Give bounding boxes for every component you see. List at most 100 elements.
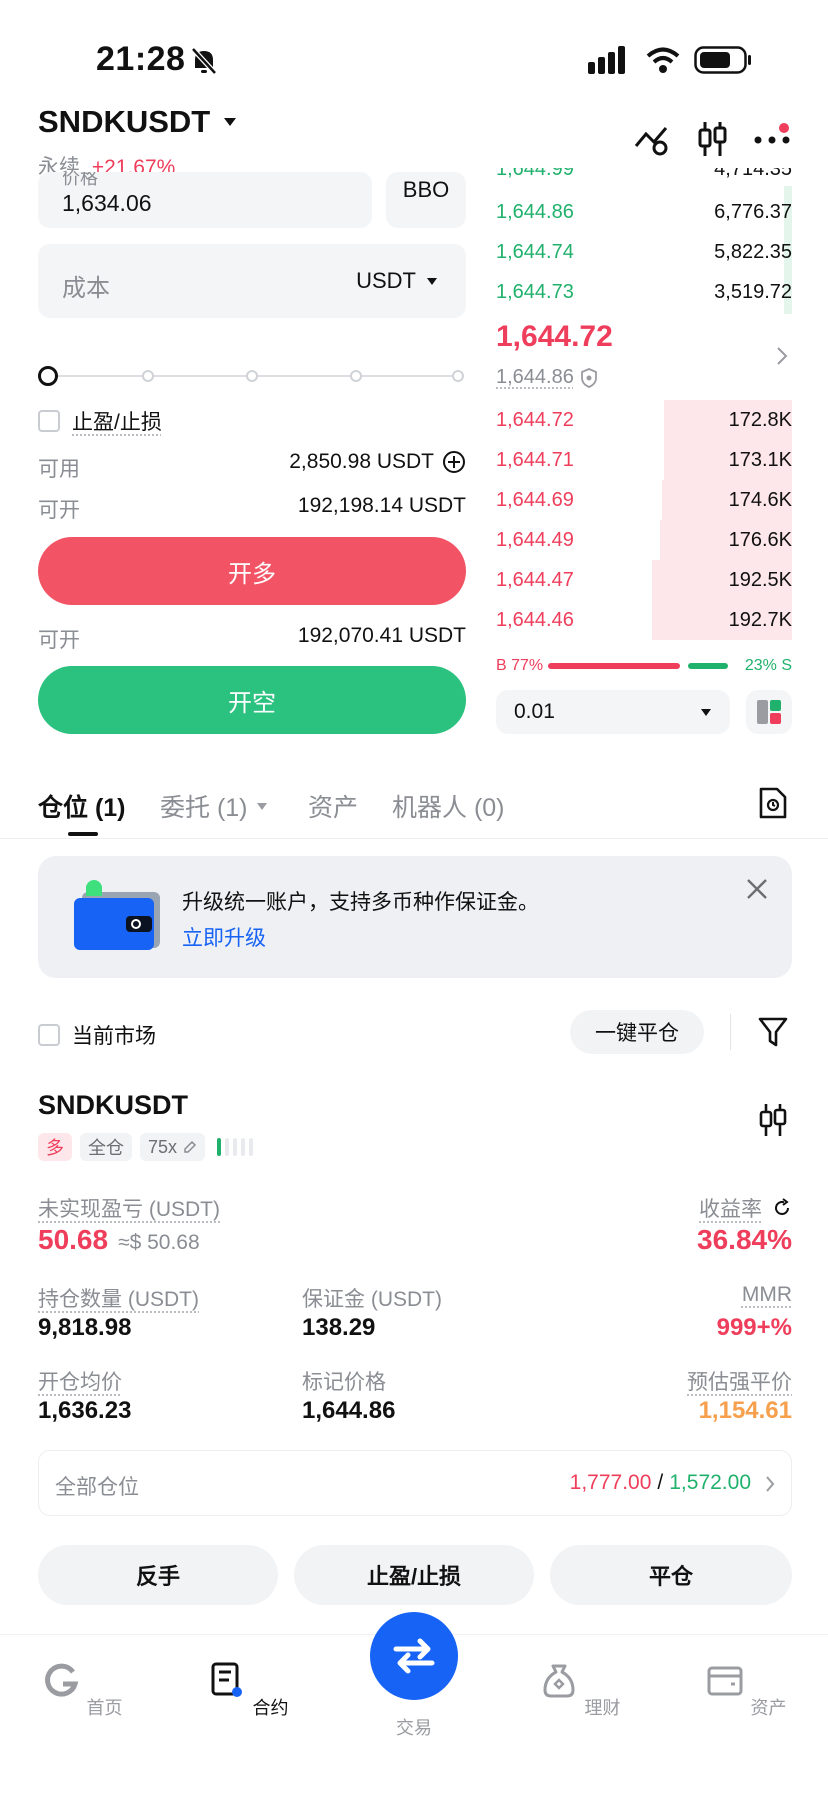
chart-analysis-icon[interactable]: [634, 124, 670, 156]
leverage-slider[interactable]: [38, 364, 466, 388]
refresh-icon[interactable]: [772, 1198, 792, 1218]
caret-down-icon: [256, 802, 267, 810]
reverse-button[interactable]: 反手: [38, 1545, 278, 1605]
mark-price-value: 1,644.86: [302, 1397, 396, 1424]
upgrade-link[interactable]: 立即升级: [182, 922, 266, 952]
orderbook-ask-row[interactable]: 1,644.49 176.6K: [496, 520, 792, 560]
ask-qty: 192.7K: [728, 609, 792, 631]
ask-qty: 173.1K: [728, 449, 792, 471]
can-open-short-label: 可开: [38, 629, 80, 652]
wallet-icon: [74, 880, 160, 950]
unit-selector[interactable]: USDT: [356, 268, 438, 294]
orderbook-ask-row[interactable]: 1,644.46 192.7K: [496, 600, 792, 640]
can-open-long-value: 192,198.14 USDT: [297, 494, 466, 517]
precision-selector[interactable]: 0.01: [496, 690, 730, 734]
candlestick-icon[interactable]: [696, 120, 728, 158]
banner-text: 升级统一账户，支持多币种作保证金。: [182, 891, 539, 914]
bid-price: 1,644.86: [496, 201, 574, 223]
sell-ratio-bar: [688, 663, 728, 669]
bbo-button[interactable]: BBO: [386, 172, 466, 228]
candlestick-icon[interactable]: [758, 1102, 788, 1138]
tab-bots[interactable]: 机器人 (0): [392, 788, 505, 824]
ask-price: 1,644.46: [496, 609, 574, 631]
chevron-right-icon[interactable]: [776, 346, 788, 366]
shield-icon: [580, 367, 597, 388]
tpsl-button[interactable]: 止盈/止损: [294, 1545, 534, 1605]
nav-trade-label: 交易: [396, 1718, 432, 1738]
orderbook-bid-row[interactable]: 1,644.74 5,822.35: [496, 232, 792, 272]
tab-indicator: [68, 832, 98, 836]
nav-contract[interactable]: 合约: [188, 1660, 308, 1720]
all-positions-row[interactable]: 全部仓位 1,777.00 / 1,572.00: [38, 1450, 792, 1516]
tab-orders[interactable]: 委托 (1): [160, 788, 268, 824]
pair-selector[interactable]: SNDKUSDT: [38, 104, 238, 140]
orderbook-bid-row[interactable]: 1,644.73 3,519.72: [496, 272, 792, 312]
buy-ratio-bar: [548, 663, 680, 669]
checkbox-box[interactable]: [38, 1024, 60, 1046]
leverage-tag[interactable]: 75x: [140, 1133, 206, 1161]
open-short-label: 开空: [228, 689, 276, 717]
entry-price-value: 1,636.23: [38, 1397, 132, 1424]
tpsl-label: 止盈/止损: [72, 411, 162, 434]
money-bag-icon: [543, 1664, 575, 1698]
filter-icon[interactable]: [758, 1016, 788, 1048]
nav-earn[interactable]: 理财: [520, 1660, 640, 1720]
price-value: 1,634.06: [62, 190, 152, 216]
open-long-button[interactable]: 开多: [38, 537, 466, 605]
margin-value: 138.29: [302, 1314, 376, 1341]
orderbook-ask-row[interactable]: 1,644.71 173.1K: [496, 440, 792, 480]
close-position-button[interactable]: 平仓: [550, 1545, 792, 1605]
entry-price-label: 开仓均价: [38, 1371, 122, 1394]
orderbook-clipped-row: 1,644.99 4,714.35: [496, 168, 792, 180]
nav-contract-label: 合约: [252, 1698, 289, 1718]
ask-qty: 176.6K: [728, 529, 792, 551]
bbo-label: BBO: [402, 177, 450, 202]
nav-home-label: 首页: [86, 1698, 123, 1718]
available-row: 2,850.98 USDT: [289, 450, 466, 474]
edit-icon: [184, 1140, 197, 1153]
tpsl-checkbox[interactable]: 止盈/止损: [38, 406, 162, 436]
unit-label: USDT: [356, 268, 416, 293]
side-tag: 多: [38, 1133, 72, 1161]
can-open-short-value: 192,070.41 USDT: [297, 624, 466, 647]
add-circle-icon[interactable]: [442, 450, 466, 474]
current-market-checkbox[interactable]: 当前市场: [38, 1020, 156, 1050]
tab-positions[interactable]: 仓位 (1): [38, 788, 126, 824]
ask-price: 1,644.72: [496, 409, 574, 431]
close-icon[interactable]: [746, 878, 768, 900]
caret-down-icon: [701, 708, 711, 716]
pair-name: SNDKUSDT: [38, 104, 211, 139]
price-input[interactable]: 价格 1,634.06: [38, 172, 372, 228]
tab-assets[interactable]: 资产: [308, 788, 358, 824]
orderbook-ask-row[interactable]: 1,644.47 192.5K: [496, 560, 792, 600]
precision-value: 0.01: [514, 700, 555, 723]
margin-mode-tag[interactable]: 全仓: [80, 1133, 132, 1161]
orderbook-ask-row[interactable]: 1,644.69 174.6K: [496, 480, 792, 520]
cost-placeholder: 成本: [62, 275, 110, 302]
all-tp-value: 1,777.00: [569, 1471, 652, 1494]
adl-indicator: [217, 1138, 254, 1156]
orderbook-layout-button[interactable]: [746, 690, 792, 734]
divider: [730, 1014, 731, 1050]
position-symbol[interactable]: SNDKUSDT: [38, 1090, 188, 1121]
more-icon[interactable]: [752, 122, 794, 158]
orderbook-bid-row[interactable]: 1,644.86 6,776.37: [496, 192, 792, 232]
ask-qty: 172.8K: [728, 409, 792, 431]
slider-handle[interactable]: [38, 366, 58, 386]
close-all-button[interactable]: 一键平仓: [570, 1010, 704, 1054]
checkbox-box[interactable]: [38, 410, 60, 432]
nav-trade[interactable]: 交易: [354, 1660, 474, 1740]
cost-input[interactable]: 成本 USDT: [38, 244, 466, 318]
ask-qty: 192.5K: [728, 569, 792, 591]
can-open-long-label: 可开: [38, 499, 80, 522]
unrealized-pnl-value: 50.68: [38, 1224, 109, 1255]
nav-assets[interactable]: 资产: [686, 1660, 806, 1720]
nav-home[interactable]: 首页: [22, 1660, 142, 1720]
history-document-icon[interactable]: [758, 786, 788, 820]
mute-bell-icon: [191, 47, 217, 75]
nav-assets-label: 资产: [750, 1698, 787, 1718]
open-short-button[interactable]: 开空: [38, 666, 466, 734]
mmr-label: MMR: [741, 1283, 792, 1306]
orderbook-ask-row[interactable]: 1,644.72 172.8K: [496, 400, 792, 440]
unrealized-pnl-label: 未实现盈亏 (USDT): [38, 1198, 220, 1221]
